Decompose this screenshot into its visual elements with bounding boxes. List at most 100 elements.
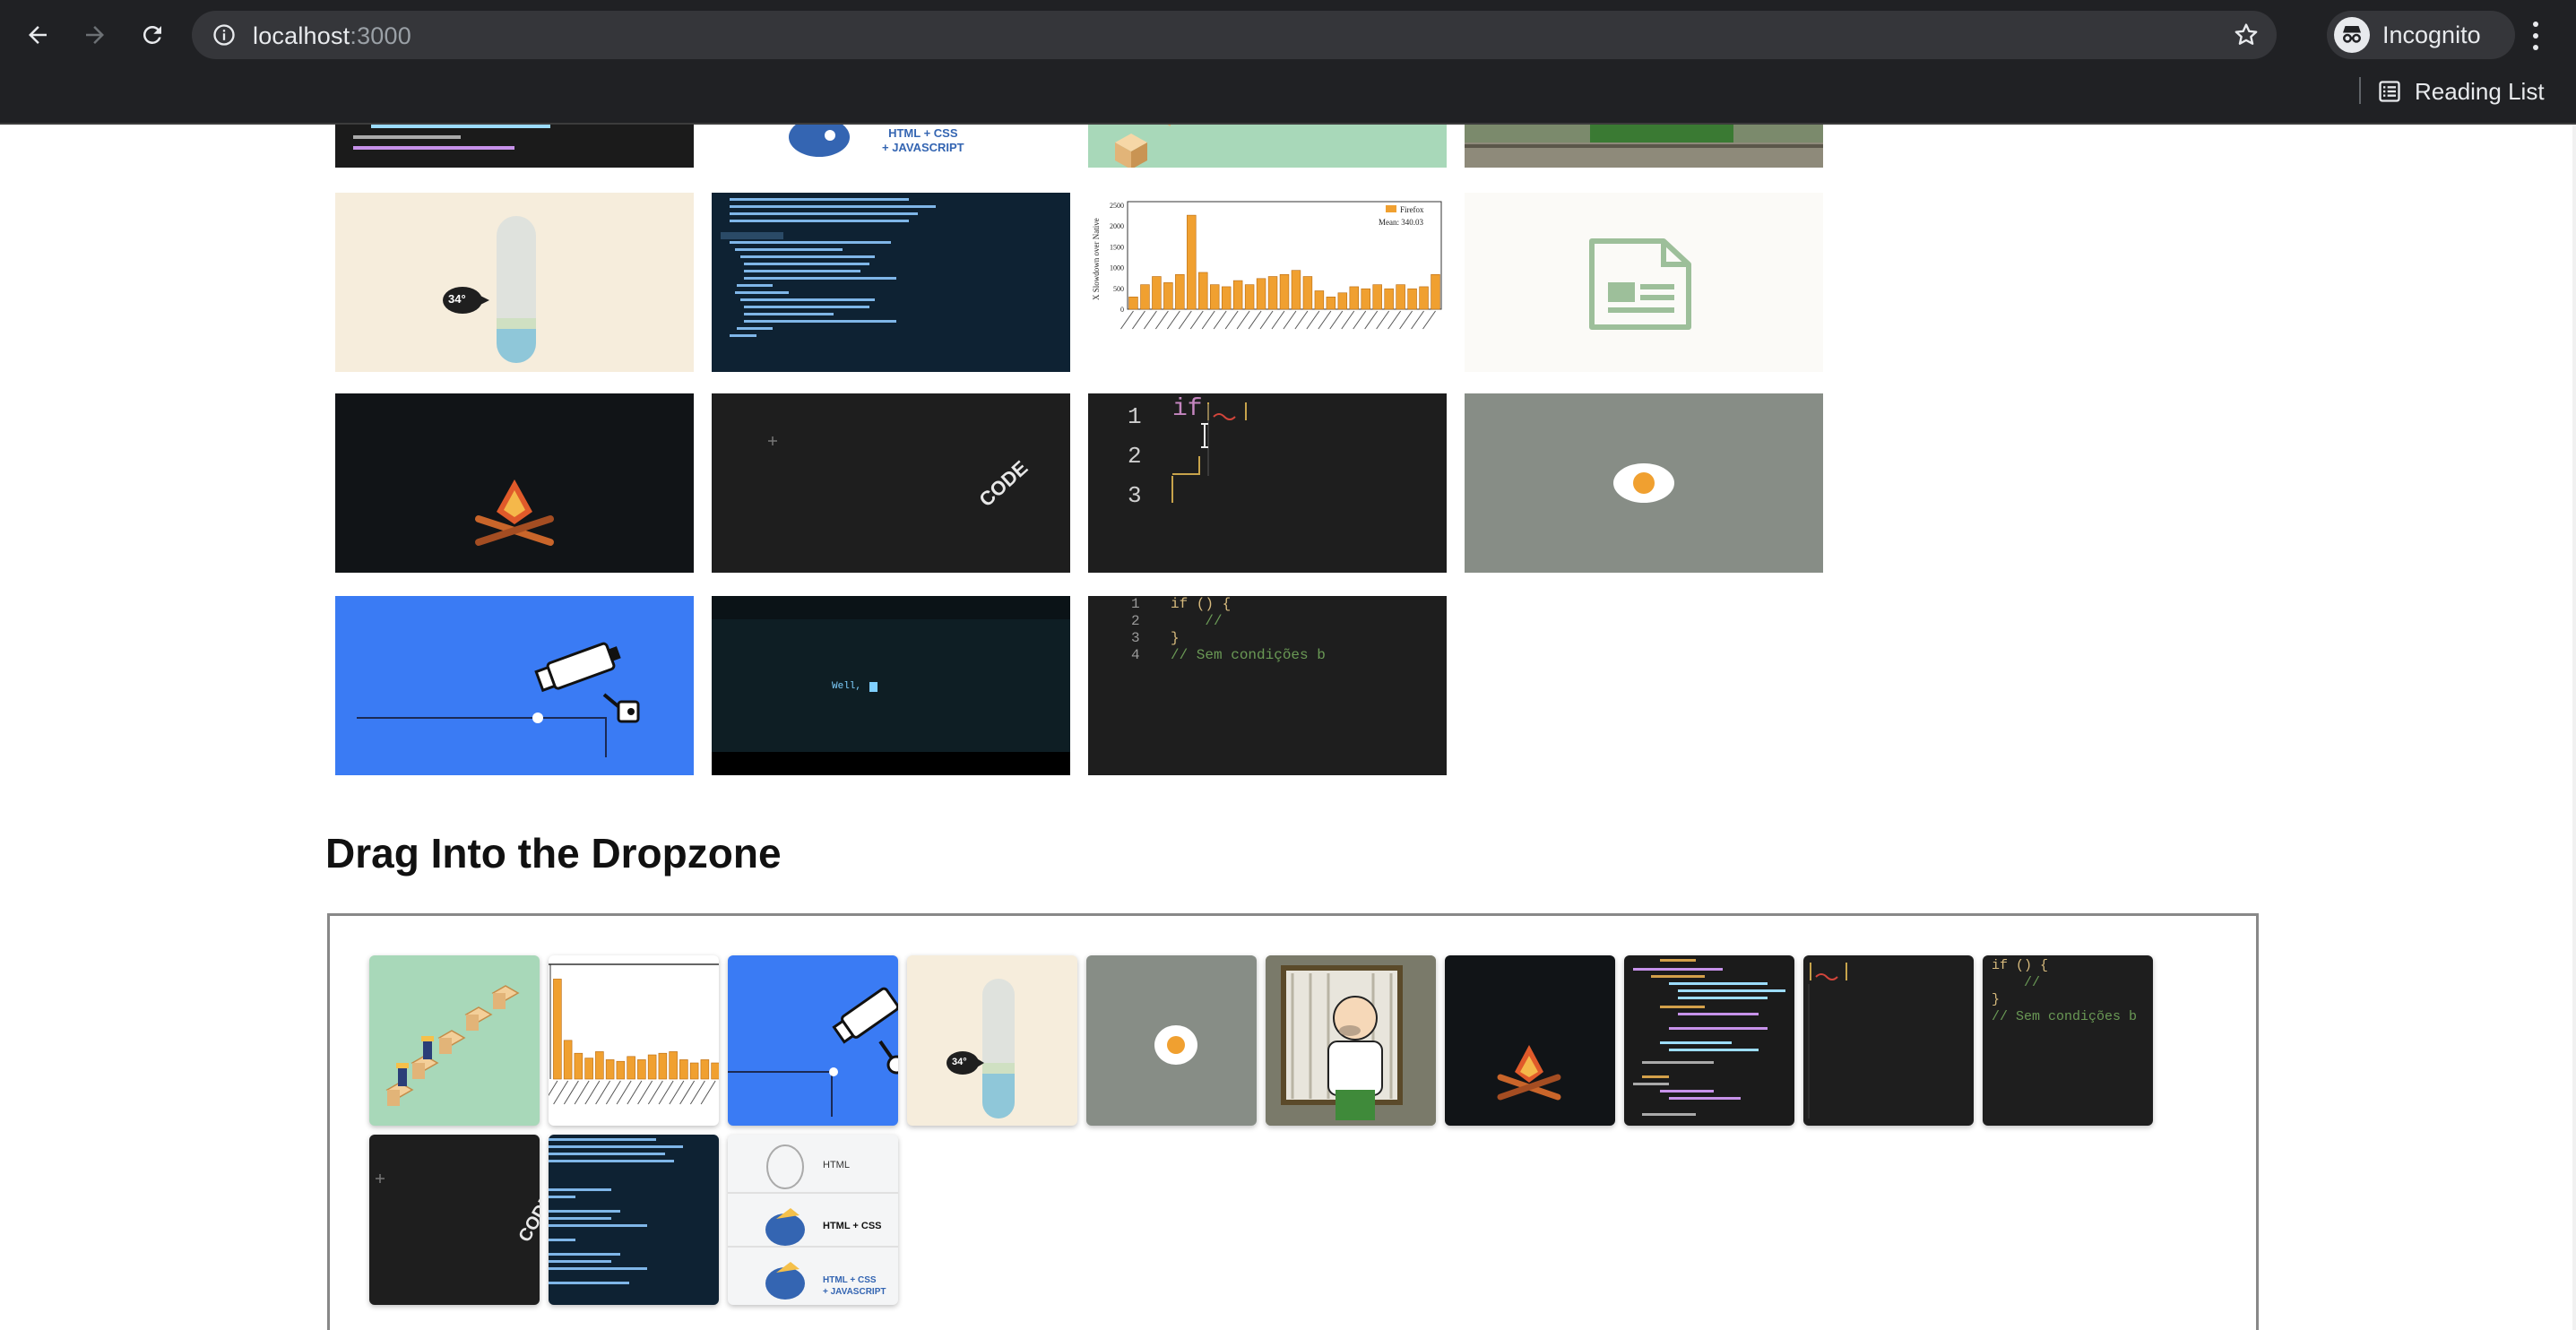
address-bar[interactable]: localhost:3000: [192, 11, 2277, 59]
campfire-image: [1497, 1045, 1561, 1101]
chart-bar: [584, 1058, 593, 1080]
reading-list-button[interactable]: Reading List: [2377, 73, 2545, 109]
chart-bar: [1279, 273, 1290, 310]
dropzone-item-code-word[interactable]: CODE: [369, 1135, 540, 1305]
chart-bar: [1221, 286, 1232, 310]
url-port: :3000: [350, 22, 411, 49]
chart-bar: [1361, 288, 1370, 310]
chart-x-label-stroke: [1399, 310, 1413, 330]
dropzone-item-bar-chart[interactable]: [549, 955, 719, 1126]
chart-bar: [1326, 297, 1336, 310]
chart-bar: [553, 979, 562, 1080]
gallery-tile-editor-comment[interactable]: 1 2 3 4 if () { // } // Sem condições b: [1088, 596, 1447, 775]
dropzone-item-thermometer[interactable]: 34°: [907, 955, 1077, 1126]
gallery-tile-html-css-js[interactable]: HTML + CSS + JAVASCRIPT: [712, 125, 1070, 168]
terminal-text: Well,: [832, 681, 862, 692]
chart-y-tick: 500: [1113, 285, 1124, 293]
gallery-tile-code-snippet[interactable]: [335, 125, 694, 168]
chart-bar: [1396, 284, 1405, 310]
chart-x-label-stroke: [1132, 310, 1145, 330]
chart-bar: [616, 1060, 626, 1080]
reading-list-icon: [2379, 81, 2400, 102]
forward-button[interactable]: [75, 15, 115, 55]
chart-bar: [627, 1056, 635, 1080]
code-line: // Sem condições b: [1171, 647, 1326, 663]
chart-bar: [1209, 284, 1220, 310]
html-stack-level-1: HTML: [823, 1160, 850, 1170]
gallery-tile-bar-chart[interactable]: Firefox Mean: 340.03 2500 2000 1500 1000 500 0 X…: [1088, 193, 1447, 372]
gallery-tile-campfire[interactable]: [335, 393, 694, 573]
chart-bar: [1256, 278, 1266, 310]
code-snippet-image: [1633, 959, 1785, 1116]
dropzone[interactable]: 34° if () {//} // Sem condições b CODE…: [327, 913, 2259, 1330]
document-icon: [1589, 238, 1691, 330]
gallery-tile-document[interactable]: [1465, 193, 1823, 372]
thermometer-temp-label: 34°: [952, 1057, 967, 1067]
dropzone-item-campfire[interactable]: [1445, 955, 1615, 1126]
dropzone-item-boxes[interactable]: [369, 955, 540, 1126]
chart-x-label-stroke: [1422, 310, 1436, 330]
gallery-tile-node-code[interactable]: [712, 193, 1070, 372]
chart-x-label-stroke: [1259, 310, 1274, 330]
chart-bar: [1337, 292, 1348, 310]
dropzone-item-editor-comment[interactable]: if () { // } // Sem condições b: [1983, 955, 2153, 1126]
gallery-tile-cartoon[interactable]: [1465, 125, 1823, 168]
chart-legend-label: Firefox: [1400, 205, 1424, 214]
chart-y-tick: 2000: [1110, 222, 1124, 230]
chart-x-label-stroke: [1213, 310, 1227, 330]
page-content: HTML + CSS + JAVASCRIPT 34° Firefox Mean…: [0, 125, 2576, 1330]
chart-bar: [1187, 214, 1197, 310]
thermometer-image: [947, 979, 1015, 1118]
cartoon-window-image: [1266, 955, 1436, 1126]
code-snippet-image: [353, 125, 550, 150]
chart-bar: [1384, 288, 1394, 310]
gallery-tile-code-word[interactable]: CODE: [712, 393, 1070, 573]
chart-bar: [1128, 297, 1138, 310]
chart-bar: [1349, 286, 1360, 310]
node-code-image: [721, 198, 936, 337]
profile-label: Incognito: [2382, 21, 2481, 48]
dropzone-item-security-camera[interactable]: [728, 955, 898, 1126]
html-css-js-caption: HTML + CSS + JAVASCRIPT: [882, 126, 964, 154]
comment-line-numbers: 1 2 3 4: [1131, 596, 1140, 664]
chart-bar: [1175, 273, 1185, 310]
dropzone-item-egg[interactable]: [1086, 955, 1257, 1126]
gallery-tile-security-camera[interactable]: [335, 596, 694, 775]
campfire-image: [475, 479, 554, 546]
site-info-icon[interactable]: [212, 22, 237, 52]
dropzone-item-code-snippet[interactable]: [1624, 955, 1794, 1126]
boxes-image: [1115, 125, 1171, 168]
dropzone-item-cartoon-window[interactable]: [1266, 955, 1436, 1126]
dropzone-item-html-stack[interactable]: HTML HTML + CSS HTML + CSS + JAVASCRIPT: [728, 1135, 898, 1305]
chart-bar: [595, 1051, 604, 1080]
chart-bar: [1163, 282, 1173, 310]
security-camera-image: [728, 987, 898, 1117]
chart-bar: [658, 1052, 668, 1080]
gallery-tile-thermometer[interactable]: 34°: [335, 193, 694, 372]
bookmarks-divider: [2359, 77, 2361, 104]
gallery-tile-editor-if[interactable]: 1 2 3 if: [1088, 393, 1447, 573]
dropzone-item-editor-brackets[interactable]: [1803, 955, 1974, 1126]
reload-icon: [143, 25, 161, 44]
menu-kebab-icon[interactable]: [2522, 18, 2549, 54]
gallery-tile-egg[interactable]: [1465, 393, 1823, 573]
comment-code-block: if () { // } // Sem condições b: [1992, 957, 2137, 1025]
chart-bar: [1267, 276, 1278, 310]
cartoon-scene-image: [1465, 125, 1823, 168]
thermometer-image: [443, 216, 536, 363]
gallery-tile-boxes[interactable]: [1088, 125, 1447, 168]
url-text: localhost:3000: [253, 22, 411, 50]
thermometer-temp-label: 34°: [448, 292, 466, 306]
chart-bar: [637, 1059, 646, 1080]
gallery-tile-terminal[interactable]: Well,: [712, 596, 1070, 775]
node-code-image: [549, 1138, 683, 1284]
reload-button[interactable]: [133, 15, 172, 55]
back-button[interactable]: [18, 15, 57, 55]
profile-button[interactable]: Incognito: [2327, 11, 2515, 59]
page-scrollbar-track[interactable]: [2572, 125, 2576, 1330]
dropzone-item-node-code[interactable]: [549, 1135, 719, 1305]
code-line: if () {: [1992, 958, 2049, 973]
chart-y-tick: 1500: [1110, 243, 1124, 251]
crosshair-icon: [376, 1174, 385, 1183]
bookmark-star-icon[interactable]: [2232, 21, 2260, 54]
